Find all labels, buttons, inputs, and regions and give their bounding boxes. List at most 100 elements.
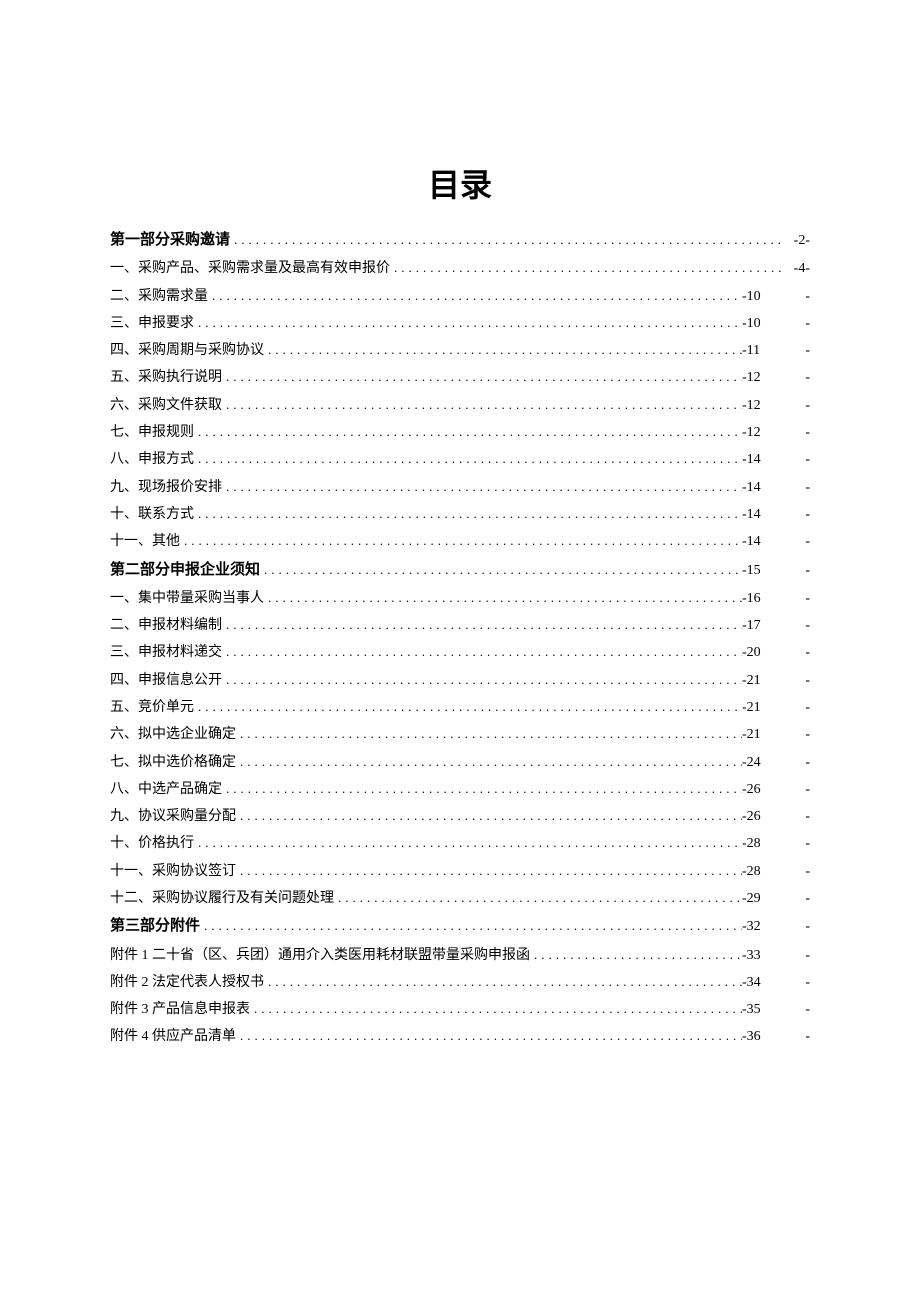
toc-entry: 五、竞价单元 -21- (110, 694, 810, 721)
toc-dots (236, 803, 742, 828)
toc-dots (200, 913, 742, 938)
toc-entry-page: -4- (784, 255, 810, 282)
toc-entry: 五、采购执行说明 -12- (110, 364, 810, 391)
toc-entry: 十二、采购协议履行及有关问题处理 -29- (110, 885, 810, 912)
toc-dots (194, 446, 742, 471)
toc-entry-label: 十一、其他 (110, 528, 180, 555)
toc-entry-label: 十一、采购协议签订 (110, 858, 236, 885)
toc-entry-page: -14- (742, 446, 810, 473)
toc-dots (390, 255, 784, 280)
toc-dots (222, 392, 742, 417)
toc-entry: 附件 2 法定代表人授权书 -34- (110, 969, 810, 996)
toc-dots (194, 830, 742, 855)
toc-entry: 附件 1 二十省（区、兵团）通用介入类医用耗材联盟带量采购申报函 -33- (110, 942, 810, 969)
toc-entry: 三、申报要求 -10- (110, 310, 810, 337)
toc-entry: 附件 3 产品信息申报表-35- (110, 996, 810, 1023)
toc-entry-page: -21- (742, 721, 810, 748)
toc-entry-page: -17- (742, 612, 810, 639)
toc-dots (222, 474, 742, 499)
toc-entry-page: -10- (742, 283, 810, 310)
toc-dots (194, 419, 742, 444)
toc-entry-label: 三、申报要求 (110, 310, 194, 337)
toc-entry: 二、申报材料编制 -17- (110, 612, 810, 639)
toc-entry-page: -34- (742, 969, 810, 996)
toc-entry: 九、协议采购量分配 -26- (110, 803, 810, 830)
toc-entry-label: 七、拟中选价格确定 (110, 749, 236, 776)
toc-entry-page: -10- (742, 310, 810, 337)
toc-entry-page: -14- (742, 501, 810, 528)
toc-entry-label: 一、采购产品、采购需求量及最高有效申报价 (110, 255, 390, 282)
toc-dots (236, 1023, 742, 1048)
toc-dots (264, 585, 742, 610)
toc-dots (222, 776, 742, 801)
toc-dots (334, 885, 742, 910)
toc-entry-label: 六、拟中选企业确定 (110, 721, 236, 748)
toc-dots (264, 969, 742, 994)
toc-dots (230, 227, 784, 252)
toc-dots (180, 528, 742, 553)
toc-entry: 三、申报材料递交-20- (110, 639, 810, 666)
toc-entry-page: -32- (742, 913, 810, 940)
toc-entry: 第一部分采购邀请-2- (110, 226, 810, 255)
toc-entry-label: 第二部分申报企业须知 (110, 556, 260, 585)
toc-entry-label: 第三部分附件 (110, 912, 200, 941)
toc-entry-label: 四、申报信息公开 (110, 667, 222, 694)
toc-entry-label: 一、集中带量采购当事人 (110, 585, 264, 612)
toc-entry: 四、采购周期与采购协议-11- (110, 337, 810, 364)
toc-entry-label: 附件 3 产品信息申报表 (110, 996, 250, 1023)
toc-entry-page: -28- (742, 830, 810, 857)
toc-entry: 八、中选产品确定 -26- (110, 776, 810, 803)
toc-entry: 附件 4 供应产品清单 -36- (110, 1023, 810, 1050)
toc-entry-page: -15- (742, 557, 810, 584)
toc-dots (236, 749, 742, 774)
toc-entry-label: 五、采购执行说明 (110, 364, 222, 391)
toc-entry-page: -29- (742, 885, 810, 912)
toc-entry-page: -24- (742, 749, 810, 776)
toc-entry-page: -26- (742, 803, 810, 830)
toc-dots (222, 639, 742, 664)
toc-entry: 一、采购产品、采购需求量及最高有效申报价 -4- (110, 255, 810, 282)
toc-entry-label: 五、竞价单元 (110, 694, 194, 721)
toc-entry-page: -21- (742, 694, 810, 721)
toc-entry: 第二部分申报企业须知 -15- (110, 556, 810, 585)
toc-entry-label: 八、中选产品确定 (110, 776, 222, 803)
toc-entry-page: -28- (742, 858, 810, 885)
toc-entry: 二、采购需求量 -10- (110, 283, 810, 310)
toc-entry-page: -36- (742, 1023, 810, 1050)
toc-entry-page: -16- (742, 585, 810, 612)
toc-entry-label: 四、采购周期与采购协议 (110, 337, 264, 364)
toc-entry-page: -26- (742, 776, 810, 803)
toc-entry: 一、集中带量采购当事人 -16- (110, 585, 810, 612)
toc-entry-page: -12- (742, 364, 810, 391)
toc-entry-page: -33- (742, 942, 810, 969)
toc-entry-label: 八、申报方式 (110, 446, 194, 473)
toc-entry-label: 二、申报材料编制 (110, 612, 222, 639)
toc-entry-label: 附件 1 二十省（区、兵团）通用介入类医用耗材联盟带量采购申报函 (110, 942, 530, 969)
toc-entry-label: 附件 2 法定代表人授权书 (110, 969, 264, 996)
toc-dots (194, 501, 742, 526)
toc-entry: 九、现场报价安排-14- (110, 474, 810, 501)
toc-entry: 七、申报规则-12- (110, 419, 810, 446)
toc-entry: 六、拟中选企业确定 -21- (110, 721, 810, 748)
toc-dots (264, 337, 742, 362)
toc-dots (222, 364, 742, 389)
toc-dots (194, 694, 742, 719)
toc-entry: 十一、其他-14- (110, 528, 810, 555)
toc-entry: 第三部分附件 -32- (110, 912, 810, 941)
toc-entry-label: 附件 4 供应产品清单 (110, 1023, 236, 1050)
table-of-contents: 第一部分采购邀请-2-一、采购产品、采购需求量及最高有效申报价-4-二、采购需求… (110, 226, 810, 1051)
toc-dots (208, 283, 742, 308)
toc-dots (222, 667, 742, 692)
toc-entry-label: 九、协议采购量分配 (110, 803, 236, 830)
toc-entry-label: 第一部分采购邀请 (110, 226, 230, 255)
toc-entry: 八、申报方式 -14- (110, 446, 810, 473)
toc-entry: 六、采购文件获取 -12- (110, 392, 810, 419)
toc-entry-page: -12- (742, 392, 810, 419)
toc-entry-label: 二、采购需求量 (110, 283, 208, 310)
toc-entry: 十一、采购协议签订 -28- (110, 858, 810, 885)
toc-entry-label: 六、采购文件获取 (110, 392, 222, 419)
toc-entry-page: -20- (742, 639, 810, 666)
toc-entry: 七、拟中选价格确定 -24- (110, 749, 810, 776)
toc-entry-label: 十二、采购协议履行及有关问题处理 (110, 885, 334, 912)
toc-dots (236, 721, 742, 746)
